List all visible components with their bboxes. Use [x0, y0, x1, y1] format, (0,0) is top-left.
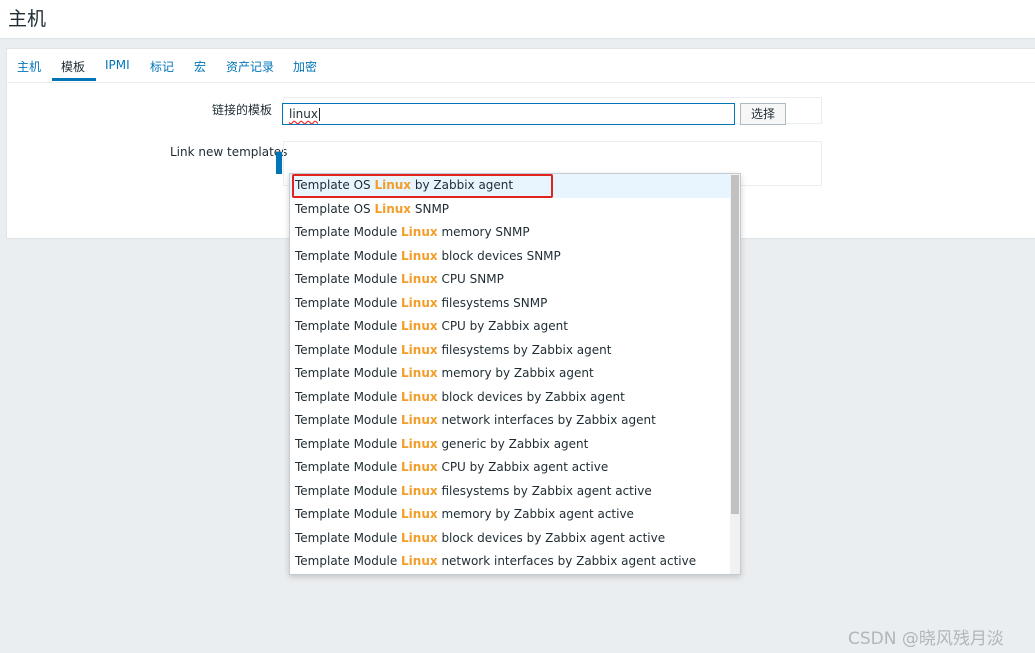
dropdown-scrollbar[interactable] — [730, 174, 740, 574]
scrollbar-thumb[interactable] — [731, 175, 739, 514]
option-text: by Zabbix agent — [411, 178, 514, 192]
option-match-text: Linux — [401, 319, 438, 333]
tab-encryption[interactable]: 加密 — [293, 58, 317, 75]
autocomplete-dropdown: Template OS Linux by Zabbix agent Templat… — [289, 173, 741, 575]
page-header: 主机 — [0, 0, 1035, 39]
template-search-input[interactable]: linux — [282, 103, 735, 125]
option-text: Template OS — [295, 201, 375, 216]
option-match-text: Linux — [401, 413, 438, 427]
tab-ipmi[interactable]: IPMI — [105, 58, 130, 72]
option-text: CPU by Zabbix agent active — [437, 460, 609, 474]
suggestion-option[interactable]: Template Module Linux filesystems by Zab… — [290, 480, 730, 504]
suggestion-option[interactable]: Template Module Linux CPU by Zabbix agen… — [290, 315, 730, 339]
option-text: Template Module — [295, 507, 402, 521]
tab-inventory[interactable]: 资产记录 — [226, 58, 274, 75]
suggestion-option[interactable]: Template Module Linux CPU SNMP — [290, 268, 730, 292]
suggestion-option[interactable]: Template OS Linux SNMP — [290, 198, 730, 222]
option-text: filesystems by Zabbix agent active — [437, 483, 652, 498]
option-match-text: Linux — [401, 295, 438, 310]
suggestion-option[interactable]: Template Module Linux filesystems SNMP — [290, 292, 730, 316]
option-text: memory by Zabbix agent active — [437, 507, 634, 521]
option-text: Template OS — [295, 178, 375, 192]
option-match-text: Linux — [401, 530, 438, 545]
suggestion-option[interactable]: Template Module Linux block devices by Z… — [290, 527, 730, 551]
active-tab-indicator — [52, 78, 96, 81]
suggestion-option[interactable]: Template Module Linux filesystems by Zab… — [290, 339, 730, 363]
tab-templates[interactable]: 模板 — [61, 58, 85, 75]
tab-tags[interactable]: 标记 — [150, 58, 174, 75]
option-match-text: Linux — [401, 366, 438, 380]
option-match-text: Linux — [401, 554, 438, 568]
option-match-text: Linux — [401, 483, 438, 498]
option-text: Template Module — [295, 389, 402, 404]
option-match-text: Linux — [401, 507, 438, 521]
option-match-text: Linux — [401, 460, 438, 474]
linked-templates-label: 链接的模板 — [212, 103, 273, 117]
suggestion-option[interactable]: Template Module Linux CPU by Zabbix agen… — [290, 456, 730, 480]
option-text: Template Module — [295, 272, 402, 286]
suggestion-option[interactable]: Template Module Linux memory SNMP — [290, 221, 730, 245]
tab-bar: 主机 模板 IPMI 标记 宏 资产记录 加密 — [7, 49, 1035, 83]
option-text: Template Module — [295, 248, 402, 263]
option-match-text: Linux — [401, 342, 438, 357]
option-match-text: Linux — [374, 178, 412, 192]
option-match-text: Linux — [401, 436, 438, 451]
option-match-text: Linux — [401, 248, 438, 263]
option-text: network interfaces by Zabbix agent activ… — [437, 554, 697, 568]
option-text: Template Module — [295, 413, 402, 427]
option-match-text: Linux — [401, 389, 438, 404]
search-input-value: linux — [289, 107, 318, 121]
option-text: CPU SNMP — [437, 272, 504, 286]
option-text: Template Module — [295, 460, 402, 474]
watermark: CSDN @晓风残月淡 — [848, 629, 1004, 649]
option-text: Template Module — [295, 319, 402, 333]
option-text: memory SNMP — [437, 225, 530, 239]
add-button[interactable] — [276, 152, 282, 174]
suggestion-option[interactable]: Template Module Linux network interfaces… — [290, 409, 730, 433]
suggestion-option[interactable]: Template Module Linux memory by Zabbix a… — [290, 362, 730, 386]
suggestion-option[interactable]: Template Module Linux generic by Zabbix … — [290, 433, 730, 457]
option-text: CPU by Zabbix agent — [437, 319, 568, 333]
link-new-templates-label: Link new templates — [170, 145, 288, 159]
option-text: block devices by Zabbix agent — [437, 389, 625, 404]
suggestion-option[interactable]: Template Module Linux block devices SNMP — [290, 245, 730, 269]
option-text: SNMP — [411, 201, 450, 216]
option-match-text: Linux — [401, 272, 438, 286]
suggestion-option[interactable]: Template Module Linux network interfaces… — [290, 550, 730, 574]
option-text: block devices by Zabbix agent active — [437, 530, 666, 545]
option-text: Template Module — [295, 483, 402, 498]
option-text: network interfaces by Zabbix agent — [437, 413, 656, 427]
option-text: Template Module — [295, 554, 402, 568]
option-text: Template Module — [295, 530, 402, 545]
option-text: Template Module — [295, 342, 402, 357]
option-text: memory by Zabbix agent — [437, 366, 594, 380]
option-text: block devices SNMP — [437, 248, 561, 263]
option-text: filesystems SNMP — [437, 295, 548, 310]
option-text: Template Module — [295, 295, 402, 310]
suggestion-option[interactable]: Template Module Linux memory by Zabbix a… — [290, 503, 730, 527]
option-text: Template Module — [295, 436, 402, 451]
suggestion-option[interactable]: Template Module Linux block devices by Z… — [290, 386, 730, 410]
tab-host[interactable]: 主机 — [17, 58, 41, 75]
page-title: 主机 — [8, 8, 47, 30]
text-caret — [318, 108, 320, 121]
option-match-text: Linux — [401, 225, 438, 239]
suggestion-option[interactable]: Template OS Linux by Zabbix agent — [290, 174, 730, 198]
select-button[interactable]: 选择 — [740, 103, 786, 125]
option-match-text: Linux — [374, 201, 412, 216]
option-text: Template Module — [295, 366, 402, 380]
option-text: filesystems by Zabbix agent — [437, 342, 612, 357]
option-text: Template Module — [295, 225, 402, 239]
option-text: generic by Zabbix agent — [437, 436, 589, 451]
tab-macros[interactable]: 宏 — [194, 58, 206, 75]
